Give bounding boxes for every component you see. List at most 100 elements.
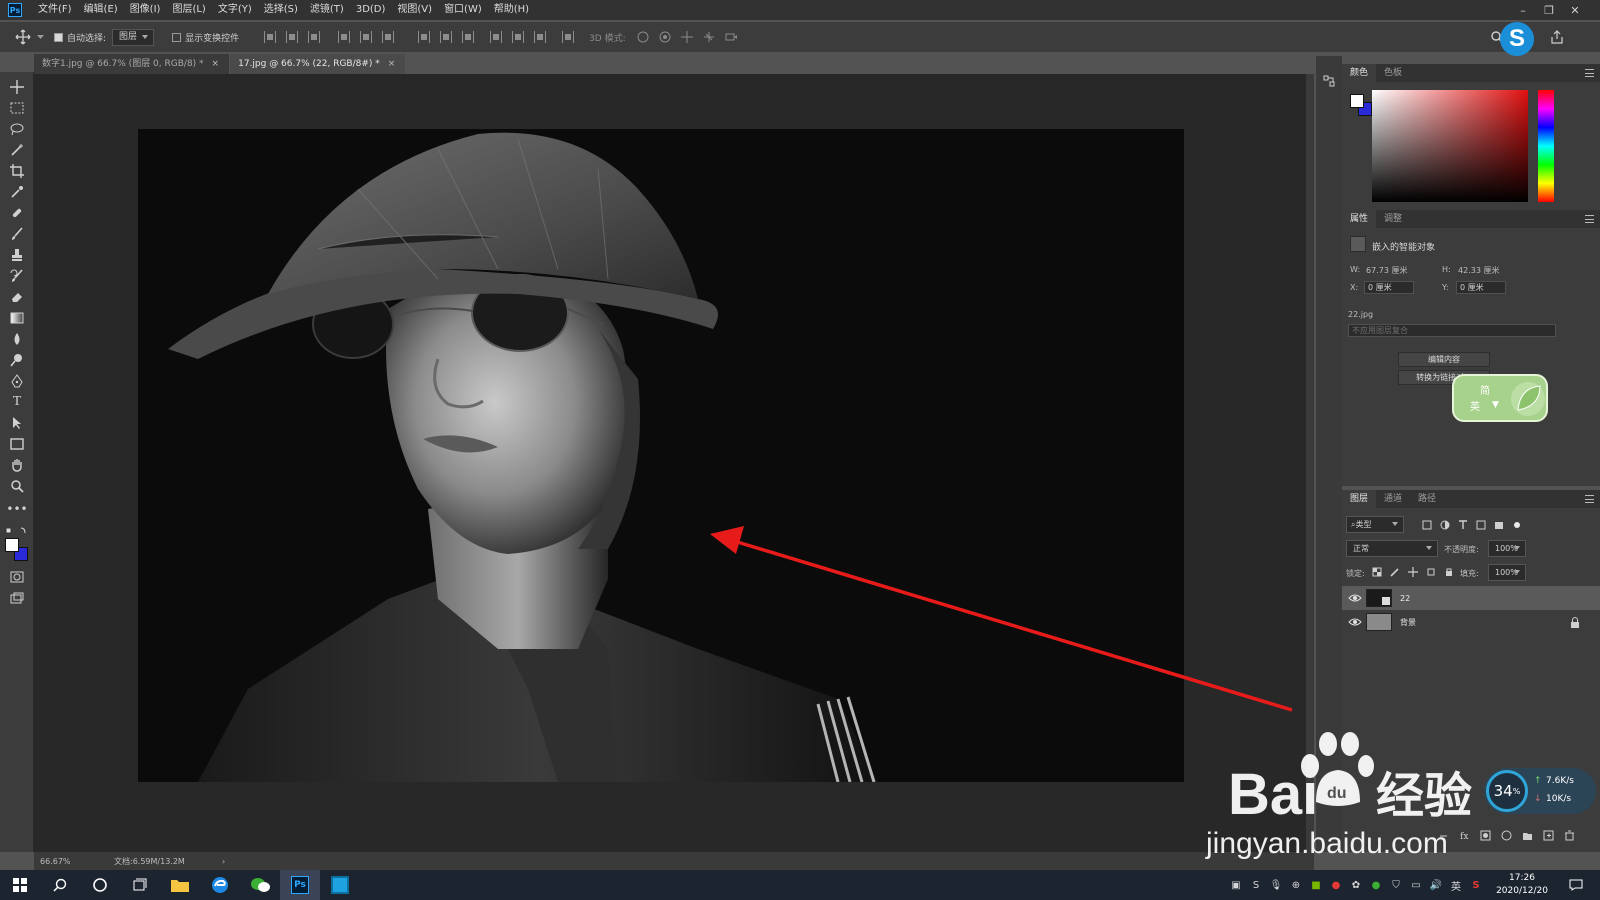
layer-name[interactable]: 背景 — [1400, 617, 1416, 628]
tab-document-1[interactable]: 数字1.jpg @ 66.7% (图层 0, RGB/8) * × — [34, 54, 230, 74]
layer-row[interactable]: 22 — [1342, 586, 1600, 610]
path-selection-tool-icon[interactable] — [7, 414, 27, 432]
type-tool-icon[interactable]: T — [7, 393, 27, 411]
layer-comp-select[interactable]: 不应用图层复合 — [1348, 324, 1556, 337]
eyedropper-tool-icon[interactable] — [7, 183, 27, 201]
edge-browser-icon[interactable] — [200, 870, 240, 900]
menu-image[interactable]: 图像(I) — [124, 0, 167, 20]
auto-select-checkbox[interactable] — [54, 32, 63, 42]
wechat-icon[interactable] — [240, 870, 280, 900]
notification-center-icon[interactable] — [1566, 870, 1586, 900]
brush-tool-icon[interactable] — [7, 225, 27, 243]
tray-wechat-icon[interactable]: ● — [1366, 870, 1386, 900]
rectangle-tool-icon[interactable] — [7, 435, 27, 453]
foreground-color-swatch[interactable] — [5, 538, 19, 552]
tab-document-2[interactable]: 17.jpg @ 66.7% (22, RGB/8#) * × — [230, 54, 406, 74]
color-picker-field[interactable] — [1372, 90, 1528, 202]
sogou-ime-icon[interactable]: S — [1500, 22, 1534, 56]
new-group-icon[interactable] — [1522, 830, 1533, 841]
menu-view[interactable]: 视图(V) — [391, 0, 438, 20]
menu-edit[interactable]: 编辑(E) — [78, 0, 124, 20]
align-hcenter-icon[interactable] — [360, 31, 373, 43]
nvidia-icon[interactable]: ■ — [1306, 870, 1326, 900]
edit-contents-button[interactable]: 编辑内容 — [1398, 352, 1490, 367]
quick-mask-icon[interactable] — [7, 568, 27, 586]
tab-swatches[interactable]: 色板 — [1376, 64, 1410, 82]
close-tab-icon[interactable]: × — [212, 59, 220, 69]
hand-tool-icon[interactable] — [7, 456, 27, 474]
orbit-3d-icon[interactable] — [634, 28, 652, 46]
distribute-bottom-icon[interactable] — [462, 31, 475, 43]
windows-start-icon[interactable] — [0, 870, 40, 900]
cortana-icon[interactable] — [80, 870, 120, 900]
trash-icon[interactable] — [1564, 830, 1575, 841]
blend-mode-dropdown[interactable]: 正常 — [1346, 540, 1438, 557]
chevron-down-icon[interactable] — [36, 28, 44, 46]
filter-smart-object-icon[interactable] — [1494, 520, 1504, 530]
history-panel-icon[interactable] — [1320, 72, 1338, 90]
screen-mode-icon[interactable] — [7, 589, 27, 607]
tab-properties[interactable]: 属性 — [1342, 210, 1377, 228]
y-field[interactable]: 0 厘米 — [1456, 281, 1506, 294]
ime-status-widget[interactable]: 简 英 ▼ — [1452, 374, 1548, 422]
filter-pixel-icon[interactable] — [1422, 520, 1432, 530]
shield-icon[interactable]: ⛉ — [1386, 870, 1406, 900]
height-value[interactable]: 42.33 厘米 — [1458, 265, 1499, 276]
microphone-icon[interactable]: 🎙 — [1266, 870, 1286, 900]
pen-tool-icon[interactable] — [7, 372, 27, 390]
dodge-tool-icon[interactable] — [7, 351, 27, 369]
panel-menu-icon[interactable] — [1585, 215, 1594, 223]
eraser-tool-icon[interactable] — [7, 288, 27, 306]
lock-pixels-icon[interactable] — [1390, 567, 1400, 577]
layer-filter-dropdown[interactable]: ⌕类型 — [1346, 516, 1404, 533]
network-icon[interactable]: ▭ — [1406, 870, 1426, 900]
filter-shape-icon[interactable] — [1476, 520, 1486, 530]
align-bottom-icon[interactable] — [308, 31, 321, 43]
new-layer-icon[interactable] — [1543, 830, 1554, 841]
lock-position-icon[interactable] — [1408, 567, 1418, 577]
tray-virus-icon[interactable]: ✿ — [1346, 870, 1366, 900]
app-window-icon[interactable] — [320, 870, 360, 900]
history-brush-tool-icon[interactable] — [7, 267, 27, 285]
more-tools-icon[interactable]: ••• — [6, 500, 27, 518]
distribute-vcenter-icon[interactable] — [440, 31, 453, 43]
menu-layer[interactable]: 图层(L) — [166, 0, 211, 20]
marquee-tool-icon[interactable] — [7, 99, 27, 117]
menu-filter[interactable]: 滤镜(T) — [304, 0, 350, 20]
menu-file[interactable]: 文件(F) — [32, 0, 78, 20]
slide-3d-icon[interactable] — [700, 28, 718, 46]
lock-transparent-icon[interactable] — [1372, 567, 1382, 577]
auto-select-target-dropdown[interactable]: 图层 — [112, 28, 155, 46]
zoom-tool-icon[interactable] — [7, 477, 27, 495]
tray-gift-icon[interactable]: ⊕ — [1286, 870, 1306, 900]
width-value[interactable]: 67.73 厘米 — [1366, 265, 1407, 276]
color-swatches[interactable] — [5, 538, 29, 562]
lasso-tool-icon[interactable] — [7, 120, 27, 138]
tab-paths[interactable]: 路径 — [1410, 490, 1444, 508]
status-menu-arrow[interactable]: › — [222, 857, 225, 866]
filter-adjustment-icon[interactable] — [1440, 520, 1450, 530]
panel-color-swatches[interactable] — [1350, 94, 1372, 116]
tab-channels[interactable]: 通道 — [1376, 490, 1410, 508]
pan-3d-icon[interactable] — [678, 28, 696, 46]
close-button[interactable]: ✕ — [1562, 0, 1588, 20]
distribute-hcenter-icon[interactable] — [512, 31, 525, 43]
menu-type[interactable]: 文字(Y) — [212, 0, 258, 20]
canvas-area[interactable] — [34, 74, 1314, 852]
move-tool-icon[interactable] — [7, 78, 27, 96]
tray-sogou-s-icon[interactable]: S — [1466, 870, 1486, 900]
task-view-icon[interactable] — [120, 870, 160, 900]
volume-icon[interactable]: 🔊 — [1426, 870, 1446, 900]
clock[interactable]: 17:26 2020/12/20 — [1494, 872, 1550, 898]
layer-name[interactable]: 22 — [1400, 594, 1410, 603]
photoshop-taskbar-icon[interactable]: Ps — [280, 870, 320, 900]
lock-all-icon[interactable] — [1444, 567, 1454, 577]
tab-color[interactable]: 颜色 — [1342, 64, 1377, 82]
roll-3d-icon[interactable] — [656, 28, 674, 46]
gradient-tool-icon[interactable] — [7, 309, 27, 327]
magic-wand-tool-icon[interactable] — [7, 141, 27, 159]
menu-3d[interactable]: 3D(D) — [350, 0, 392, 20]
search-icon[interactable] — [40, 870, 80, 900]
minimize-button[interactable]: – — [1510, 0, 1536, 20]
distribute-left-icon[interactable] — [490, 31, 503, 43]
